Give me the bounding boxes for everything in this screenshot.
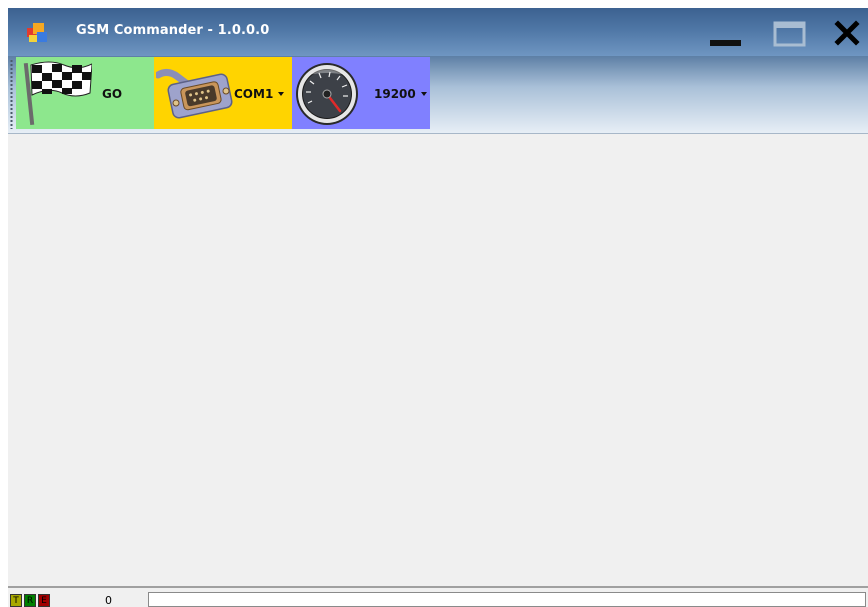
app-windows-icon [26, 22, 48, 44]
main-content-area[interactable] [8, 134, 868, 586]
message-counter: 0 [105, 594, 112, 607]
go-label: GO [102, 87, 123, 101]
serial-connector-icon [154, 63, 236, 129]
minimize-icon [710, 40, 741, 46]
receive-indicator: R [24, 594, 36, 607]
window-title: GSM Commander - 1.0.0.0 [76, 23, 270, 38]
toolbar-grip[interactable] [10, 59, 13, 129]
baud-rate-dropdown[interactable]: 19200 [292, 57, 430, 129]
baud-rate-value: 19200 [374, 87, 427, 101]
error-indicator: E [38, 594, 50, 607]
minimize-button[interactable] [708, 18, 742, 48]
status-message-field [148, 592, 866, 607]
com-port-value: COM1 [234, 87, 285, 101]
checkered-flag-icon [20, 59, 93, 131]
close-icon [834, 20, 860, 46]
close-button[interactable] [830, 18, 864, 48]
app-window: GSM Commander - 1.0.0.0 GO COM1 19200 T … [8, 8, 868, 607]
go-button[interactable]: GO [16, 57, 154, 129]
com-port-dropdown[interactable]: COM1 [154, 57, 292, 129]
chevron-down-icon [420, 91, 427, 96]
speedometer-icon [294, 61, 360, 131]
transmit-indicator: T [10, 594, 22, 607]
title-bar[interactable]: GSM Commander - 1.0.0.0 [8, 8, 868, 56]
maximize-button[interactable] [772, 18, 806, 48]
toolbar: GO COM1 19200 [8, 56, 868, 134]
chevron-down-icon [278, 91, 285, 96]
status-bar: T R E 0 [8, 586, 868, 607]
maximize-icon [773, 21, 806, 47]
